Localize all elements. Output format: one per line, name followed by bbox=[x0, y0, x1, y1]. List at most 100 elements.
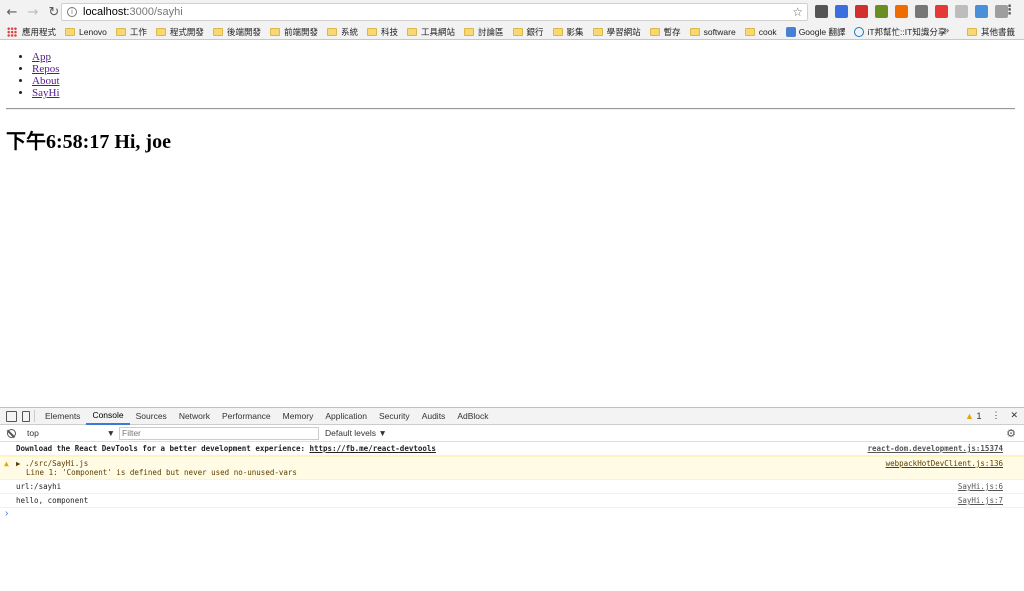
bookmark-item[interactable]: 後端開發 bbox=[212, 26, 261, 38]
nav-link-app[interactable]: App bbox=[32, 51, 51, 63]
folder-icon bbox=[967, 28, 977, 36]
extension-icon[interactable] bbox=[815, 5, 828, 18]
bookmark-item[interactable]: 工作 bbox=[115, 26, 147, 38]
console-prompt[interactable]: › bbox=[0, 508, 1024, 519]
tab-elements[interactable]: Elements bbox=[39, 408, 86, 425]
bookmark-item[interactable]: iT邦幫忙::IT知識分享 bbox=[854, 26, 946, 38]
message-source-link[interactable]: react-dom.development.js:15374 bbox=[868, 444, 1003, 453]
bookmarks-bar: 應用程式 Lenovo 工作 程式開發 後端開發 前端開發 系統 科技 工具網站 討論區 銀行 影集學… bbox=[0, 24, 1024, 40]
back-button[interactable]: ← bbox=[3, 3, 21, 21]
device-toolbar-icon[interactable] bbox=[22, 410, 30, 422]
bookmark-item[interactable]: software bbox=[689, 27, 736, 37]
bookmark-item[interactable]: 前端開發 bbox=[269, 26, 318, 38]
extension-icon[interactable] bbox=[975, 5, 988, 18]
tab-network[interactable]: Network bbox=[173, 408, 216, 425]
devtools-link[interactable]: https://fb.me/react-devtools bbox=[310, 444, 436, 453]
console-filter-input[interactable] bbox=[119, 426, 319, 440]
console-message: url:/sayhi SayHi.js:6 bbox=[0, 480, 1024, 494]
close-devtools-icon[interactable]: ✕ bbox=[1010, 410, 1018, 421]
bookmark-item[interactable]: 應用程式 bbox=[0, 26, 56, 38]
tab-application[interactable]: Application bbox=[319, 408, 373, 425]
ithome-icon bbox=[854, 26, 865, 37]
folder-icon bbox=[115, 27, 126, 36]
devtools-menu-icon[interactable]: ⋮ bbox=[991, 410, 1000, 421]
message-source-link[interactable]: SayHi.js:6 bbox=[958, 482, 1003, 491]
bookmark-item[interactable]: 銀行 bbox=[512, 26, 544, 38]
warning-icon: ▲ bbox=[965, 410, 974, 421]
tab-memory[interactable]: Memory bbox=[277, 408, 320, 425]
bookmark-item[interactable]: 學習網站 bbox=[592, 26, 641, 38]
nav-link-repos[interactable]: Repos bbox=[32, 63, 60, 75]
warning-count-badge[interactable]: ▲ 1 bbox=[965, 411, 981, 421]
warning-file[interactable]: ▶ ./src/SayHi.js bbox=[16, 459, 1024, 468]
bookmark-item[interactable]: Google 翻譯 bbox=[785, 26, 845, 38]
console-message: hello, component SayHi.js:7 bbox=[0, 494, 1024, 508]
message-source-link[interactable]: SayHi.js:7 bbox=[958, 496, 1003, 505]
extension-icons bbox=[815, 5, 1008, 18]
folder-icon bbox=[407, 27, 417, 36]
greeting-heading: 下午6:58:17 Hi, joe bbox=[6, 131, 171, 153]
bookmark-item[interactable]: 程式開發 bbox=[155, 26, 204, 38]
bookmark-item[interactable]: 科技 bbox=[366, 26, 398, 38]
divider bbox=[6, 108, 1015, 110]
divider bbox=[34, 410, 35, 422]
extension-icon[interactable] bbox=[855, 5, 868, 18]
bookmark-item[interactable]: 暫存 bbox=[649, 26, 681, 38]
info-icon[interactable]: i bbox=[67, 7, 77, 17]
log-levels-select[interactable]: Default levels ▼ bbox=[325, 428, 387, 438]
tab-security[interactable]: Security bbox=[373, 408, 416, 425]
bookmark-item[interactable]: 討論區 bbox=[464, 26, 504, 38]
bookmark-item[interactable]: Lenovo bbox=[65, 27, 107, 37]
google-translate-icon bbox=[785, 26, 796, 37]
console-message: Download the React DevTools for a better… bbox=[0, 442, 1024, 456]
nav-list: App Repos About SayHi bbox=[32, 51, 60, 99]
console-toolbar: top▼ Default levels ▼ ⚙ bbox=[0, 425, 1024, 442]
devtools-panel: Elements Console Sources Network Performance… bbox=[0, 407, 1024, 591]
warning-icon: ▲ bbox=[4, 459, 9, 468]
extension-icon[interactable] bbox=[935, 5, 948, 18]
folder-icon bbox=[155, 27, 166, 36]
bookmark-item[interactable]: cook bbox=[744, 27, 777, 37]
bookmark-item[interactable]: 工具網站 bbox=[407, 26, 455, 38]
folder-icon bbox=[326, 27, 337, 36]
tab-performance[interactable]: Performance bbox=[216, 408, 277, 425]
bookmark-item[interactable]: 影集 bbox=[552, 26, 584, 38]
folder-icon bbox=[464, 27, 475, 36]
extension-icon[interactable] bbox=[895, 5, 908, 18]
extension-icon[interactable] bbox=[955, 5, 968, 18]
browser-toolbar: ← → ↻ i localhost:3000/sayhi ☆ ⋮ bbox=[0, 0, 1024, 24]
inspect-element-icon[interactable] bbox=[6, 410, 17, 422]
folder-icon bbox=[744, 27, 755, 36]
nav-link-sayhi[interactable]: SayHi bbox=[32, 87, 60, 99]
tab-console[interactable]: Console bbox=[86, 408, 130, 425]
folder-icon bbox=[212, 27, 223, 36]
folder-icon bbox=[65, 27, 76, 36]
tab-audits[interactable]: Audits bbox=[416, 408, 452, 425]
page-content: App Repos About SayHi 下午6:58:17 Hi, joe bbox=[0, 41, 1024, 407]
folder-icon bbox=[552, 27, 563, 36]
extension-icon[interactable] bbox=[875, 5, 888, 18]
console-warning[interactable]: ▲ ▶ ./src/SayHi.js Line 1: 'Component' i… bbox=[0, 456, 1024, 480]
address-bar[interactable]: i localhost:3000/sayhi ☆ bbox=[61, 3, 808, 21]
folder-icon bbox=[366, 27, 377, 36]
bookmark-item[interactable]: 系統 bbox=[326, 26, 358, 38]
bookmark-star-icon[interactable]: ☆ bbox=[792, 5, 803, 19]
clear-console-icon[interactable] bbox=[7, 428, 16, 438]
tab-sources[interactable]: Sources bbox=[130, 408, 173, 425]
devtools-tabbar: Elements Console Sources Network Performance… bbox=[0, 408, 1024, 425]
folder-icon bbox=[269, 27, 280, 36]
browser-menu-icon[interactable]: ⋮ bbox=[1003, 3, 1016, 18]
nav-link-about[interactable]: About bbox=[32, 75, 60, 87]
forward-button[interactable]: → bbox=[24, 3, 42, 21]
extension-icon[interactable] bbox=[835, 5, 848, 18]
extension-icon[interactable] bbox=[915, 5, 928, 18]
context-select[interactable]: top ▼ bbox=[25, 427, 117, 440]
apps-grid-icon bbox=[7, 26, 17, 37]
folder-icon bbox=[689, 27, 700, 36]
bookmarks-more-icon[interactable]: » bbox=[944, 25, 949, 35]
message-source-link[interactable]: webpackHotDevClient.js:136 bbox=[886, 459, 1003, 468]
bookmark-other[interactable]: 其他書籤 bbox=[967, 26, 1015, 38]
url-text[interactable]: localhost:3000/sayhi bbox=[83, 6, 183, 18]
settings-gear-icon[interactable]: ⚙ bbox=[1006, 427, 1016, 440]
tab-adblock[interactable]: AdBlock bbox=[451, 408, 494, 425]
